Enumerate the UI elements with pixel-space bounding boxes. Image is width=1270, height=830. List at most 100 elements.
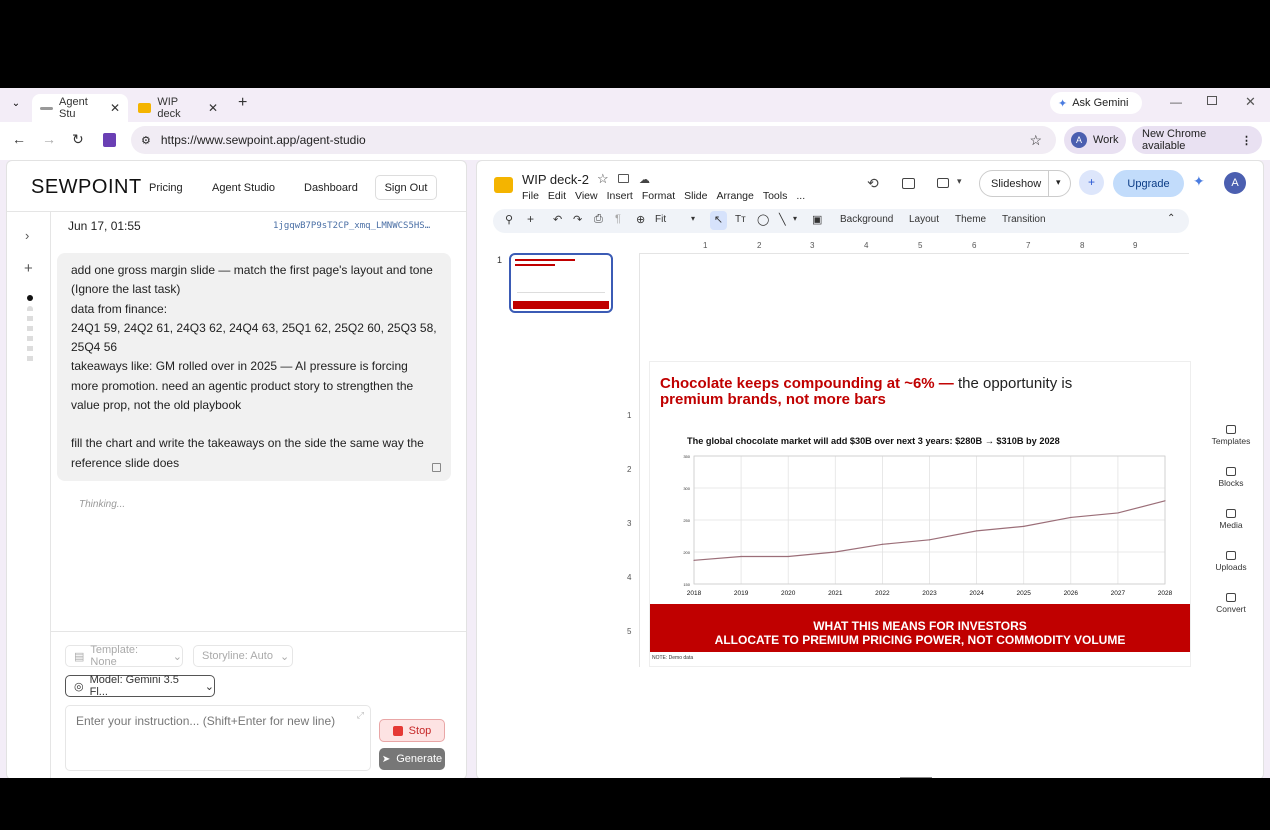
restore-icon[interactable] xyxy=(1207,96,1217,105)
ask-gemini-button[interactable]: ✦ Ask Gemini xyxy=(1050,92,1142,114)
meet-icon[interactable] xyxy=(937,178,949,188)
blocks-tool[interactable]: Blocks xyxy=(1203,467,1259,488)
move-folder-icon[interactable] xyxy=(618,174,629,183)
theme-button[interactable]: Theme xyxy=(955,214,986,225)
close-icon[interactable]: ✕ xyxy=(208,101,218,115)
expand-sidebar-icon[interactable]: › xyxy=(25,228,29,243)
account-avatar[interactable]: A xyxy=(1224,172,1246,194)
menu-tools[interactable]: Tools xyxy=(763,190,788,202)
url-field[interactable]: ⚙ https://www.sewpoint.app/agent-studio … xyxy=(131,126,1056,154)
layout-button[interactable]: Layout xyxy=(909,214,939,225)
profile-button[interactable]: A Work xyxy=(1064,126,1126,154)
ruler-mark: 8 xyxy=(1080,241,1085,250)
expand-icon[interactable]: ⤢ xyxy=(357,710,364,721)
generate-button[interactable]: ➤ Generate xyxy=(379,748,445,770)
add-comment-icon[interactable]: ▣ xyxy=(812,213,822,226)
undo-icon[interactable]: ↶ xyxy=(553,213,562,226)
model-select[interactable]: ◎ Model: Gemini 3.5 Fl... ⌄ xyxy=(65,674,215,698)
slideshow-button[interactable]: Slideshow ▾ xyxy=(979,170,1071,197)
menu-arrange[interactable]: Arrange xyxy=(716,190,753,202)
minimize-icon[interactable]: — xyxy=(1170,95,1182,109)
nav-pricing[interactable]: Pricing xyxy=(149,182,183,194)
zoom-select[interactable]: Fit xyxy=(655,214,666,225)
uploads-tool[interactable]: Uploads xyxy=(1203,551,1259,572)
template-select[interactable]: ▤ Template: None ⌄ xyxy=(65,644,183,668)
cloud-status-icon[interactable]: ☁ xyxy=(639,173,650,186)
templates-tool[interactable]: Templates xyxy=(1203,425,1259,446)
zoom-icon[interactable]: ⊕ xyxy=(636,213,645,226)
back-icon[interactable]: ← xyxy=(12,131,26,147)
sign-out-button[interactable]: Sign Out xyxy=(375,175,437,200)
menu-format[interactable]: Format xyxy=(642,190,675,202)
forward-icon[interactable]: → xyxy=(42,131,56,147)
menu-edit[interactable]: Edit xyxy=(548,190,566,202)
menu-view[interactable]: View xyxy=(575,190,598,202)
instruction-input[interactable]: Enter your instruction... (Shift+Enter f… xyxy=(65,705,371,771)
menu-dots-icon[interactable]: ⋮ xyxy=(1241,134,1252,147)
session-id[interactable]: 1jgqwB7P9sT2CP_xmq_LMNWCS5HS… xyxy=(273,221,443,231)
message-line: takeaways like: GM rolled over in 2025 —… xyxy=(71,359,417,413)
window-close-icon[interactable]: ✕ xyxy=(1245,94,1256,110)
slide-thumbnail[interactable] xyxy=(509,253,613,313)
storyline-select[interactable]: Storyline: Auto ⌄ xyxy=(193,645,293,667)
tab-wip-deck[interactable]: WIP deck ✕ xyxy=(130,94,226,122)
copy-icon[interactable] xyxy=(432,463,441,472)
background-button[interactable]: Background xyxy=(840,214,893,225)
chevron-down-icon[interactable]: ▾ xyxy=(957,176,962,187)
menu-more[interactable]: ... xyxy=(796,190,805,202)
chart-title[interactable]: The global chocolate market will add $30… xyxy=(687,436,1060,446)
bookmark-star-icon[interactable]: ☆ xyxy=(1029,132,1042,149)
add-icon[interactable]: + xyxy=(527,212,534,226)
paint-format-icon[interactable]: ¶ xyxy=(615,213,621,225)
slide-canvas[interactable]: Chocolate keeps compounding at ~6% — the… xyxy=(650,362,1190,666)
extension-icon[interactable] xyxy=(103,133,116,147)
select-cursor-icon[interactable]: ↖ xyxy=(710,211,727,230)
close-icon[interactable]: ✕ xyxy=(110,101,120,115)
comments-icon[interactable] xyxy=(902,178,915,189)
new-session-icon[interactable]: + xyxy=(24,260,33,277)
line-chart[interactable]: 150 200 250 300 350 2018 2019 2020 2021 2022 2023 2… xyxy=(670,448,1175,600)
thumb-headline xyxy=(515,264,555,266)
chevron-down-icon[interactable]: ▾ xyxy=(1056,177,1061,188)
chevron-up-icon[interactable]: ⌃ xyxy=(1167,213,1175,224)
convert-tool[interactable]: Convert xyxy=(1203,593,1259,614)
menu-insert[interactable]: Insert xyxy=(607,190,633,202)
tool-label: Templates xyxy=(1211,436,1251,446)
app-logo[interactable]: SEWPOINT xyxy=(31,176,142,199)
resize-handle[interactable] xyxy=(900,777,932,778)
menu-slide[interactable]: Slide xyxy=(684,190,707,202)
slide-headline[interactable]: Chocolate keeps compounding at ~6% — the… xyxy=(660,376,1160,408)
session-date: Jun 17, 01:55 xyxy=(68,219,141,233)
chevron-down-icon[interactable]: ▾ xyxy=(691,214,695,223)
slides-logo-icon[interactable] xyxy=(494,177,513,193)
media-tool[interactable]: Media xyxy=(1203,509,1259,530)
text-box-icon[interactable]: Tт xyxy=(735,214,746,225)
menu-file[interactable]: File xyxy=(522,190,539,202)
transition-button[interactable]: Transition xyxy=(1002,214,1046,225)
nav-agent-studio[interactable]: Agent Studio xyxy=(212,182,275,194)
reload-icon[interactable]: ↻ xyxy=(72,131,84,148)
history-icon[interactable]: ⟲ xyxy=(867,175,879,192)
line-icon[interactable]: ╲ xyxy=(779,213,786,226)
chevron-down-icon[interactable]: ▾ xyxy=(793,214,797,223)
chevron-down-icon: ⌄ xyxy=(172,650,182,663)
print-icon[interactable]: ⎙ xyxy=(594,213,603,226)
nav-dashboard[interactable]: Dashboard xyxy=(304,182,358,194)
upgrade-button[interactable]: Upgrade xyxy=(1113,170,1184,197)
star-icon[interactable]: ☆ xyxy=(597,171,609,187)
search-icon[interactable]: ⚲ xyxy=(505,213,513,226)
tab-agent-studio[interactable]: Agent Stu ✕ xyxy=(32,94,128,122)
session-dots[interactable] xyxy=(27,306,33,366)
gemini-icon[interactable]: ✦ xyxy=(1193,173,1205,190)
session-dot-active[interactable] xyxy=(27,295,33,301)
update-chrome-button[interactable]: New Chrome available ⋮ xyxy=(1132,126,1262,154)
investor-banner[interactable]: WHAT THIS MEANS FOR INVESTORS ALLOCATE T… xyxy=(650,604,1190,652)
share-icon[interactable]: + xyxy=(1079,170,1104,195)
new-tab-icon[interactable]: + xyxy=(238,94,247,112)
site-info-icon[interactable]: ⚙ xyxy=(141,134,151,147)
deck-title[interactable]: WIP deck-2 xyxy=(522,172,589,187)
tab-search-icon[interactable]: ⌄ xyxy=(8,98,24,112)
shape-icon[interactable]: ◯ xyxy=(757,213,769,226)
stop-button[interactable]: Stop xyxy=(379,719,445,742)
redo-icon[interactable]: ↷ xyxy=(573,213,582,226)
